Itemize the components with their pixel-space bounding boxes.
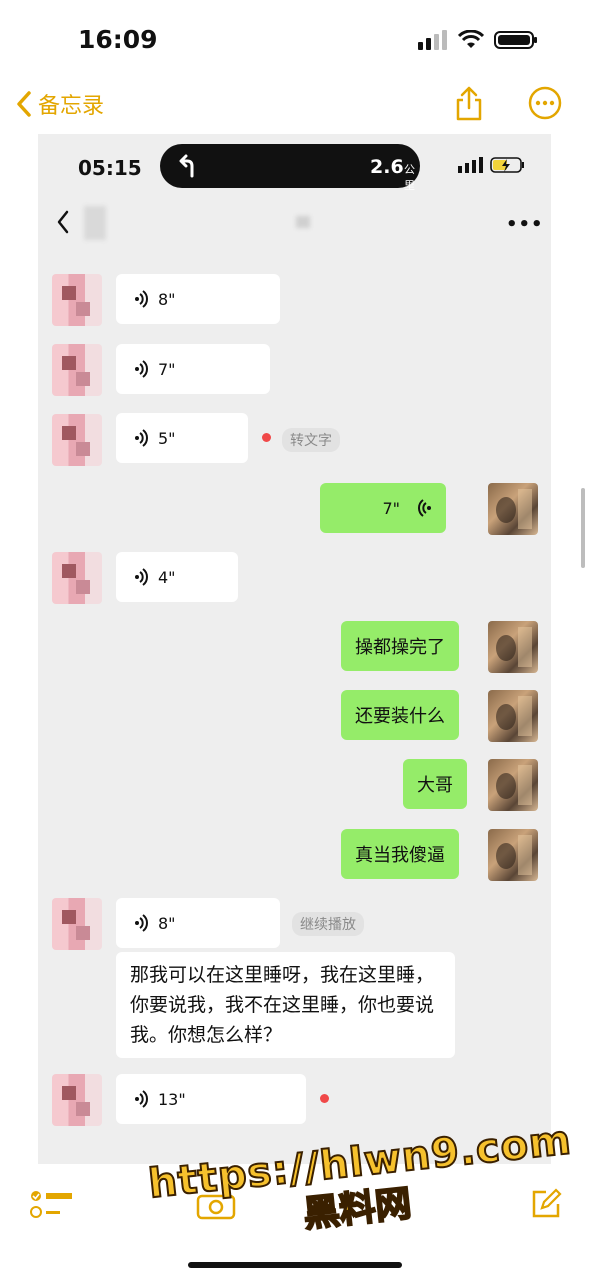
contact-avatar[interactable] [52, 344, 102, 396]
message-text: 操都操完了 [355, 637, 445, 658]
chat-header: ••• [38, 202, 551, 242]
unread-dot [262, 433, 271, 442]
checklist-icon[interactable] [30, 1188, 74, 1222]
message-text: 大哥 [417, 775, 453, 796]
back-button[interactable]: 备忘录 [16, 88, 104, 120]
voice-wave-icon [135, 360, 148, 378]
text-message-sent[interactable]: 还要装什么 [341, 690, 459, 740]
voice-wave-icon [135, 568, 148, 586]
status-bar: 16:09 [0, 0, 590, 80]
voice-wave-icon [135, 914, 148, 932]
share-icon[interactable] [454, 86, 484, 122]
contact-avatar[interactable] [52, 1074, 102, 1126]
inner-status-time: 05:15 [78, 156, 142, 180]
chevron-left-icon [17, 91, 31, 117]
unread-dot [320, 1094, 329, 1103]
voice-message[interactable]: 8" [116, 274, 280, 324]
voice-message[interactable]: 4" [116, 552, 238, 602]
turn-left-arrow-icon [179, 154, 194, 178]
text-message-sent[interactable]: 大哥 [403, 759, 467, 809]
own-avatar[interactable] [488, 829, 538, 881]
inner-status-bar: 05:15 2.6 公里 [38, 134, 551, 202]
wifi-icon [458, 30, 484, 48]
transcribe-button[interactable]: 转文字 [282, 428, 340, 452]
navigation-island: 2.6 公里 [160, 144, 420, 192]
voice-duration: 4" [158, 567, 176, 587]
voice-message[interactable]: 13" [116, 1074, 306, 1124]
own-avatar[interactable] [488, 621, 538, 673]
voice-message[interactable]: 7" [116, 344, 270, 394]
voice-wave-icon [135, 290, 148, 308]
voice-duration: 13" [158, 1089, 186, 1109]
voice-duration: 7" [158, 359, 176, 379]
voice-duration: 5" [158, 428, 176, 448]
contact-avatar[interactable] [52, 898, 102, 950]
charging-battery-icon [490, 157, 524, 173]
voice-duration: 8" [158, 289, 176, 309]
signal-icon [458, 157, 483, 173]
home-indicator[interactable] [188, 1262, 402, 1268]
nav-distance-unit: 公里 [404, 163, 415, 192]
contact-avatar[interactable] [52, 552, 102, 604]
voice-duration: 8" [158, 913, 176, 933]
message-text: 真当我傻逼 [355, 845, 445, 866]
own-avatar[interactable] [488, 483, 538, 535]
status-time: 16:09 [78, 25, 158, 54]
inner-status-icons [458, 156, 526, 174]
voice-transcript: 那我可以在这里睡呀，我在这里睡，你要说我，我不在这里睡，你也要说我。你想怎么样？ [116, 952, 455, 1058]
text-message-sent[interactable]: 操都操完了 [341, 621, 459, 671]
voice-wave-icon [135, 429, 148, 447]
contact-avatar[interactable] [52, 274, 102, 326]
voice-duration: 7" [382, 498, 400, 518]
battery-icon [494, 31, 537, 49]
voice-message[interactable]: 8" [116, 898, 280, 948]
blurred-contact-name [84, 206, 106, 240]
status-icons [418, 30, 538, 50]
text-message-sent[interactable]: 真当我傻逼 [341, 829, 459, 879]
chat-back-icon[interactable] [56, 210, 70, 234]
voice-message-sent[interactable]: 7" [320, 483, 446, 533]
message-text: 还要装什么 [355, 706, 445, 727]
blurred-title [296, 216, 310, 228]
scroll-indicator[interactable] [581, 488, 585, 568]
chat-more-icon[interactable]: ••• [506, 214, 544, 235]
signal-icon [418, 30, 447, 50]
voice-wave-icon [135, 1090, 148, 1108]
contact-avatar[interactable] [52, 414, 102, 466]
own-avatar[interactable] [488, 690, 538, 742]
voice-wave-icon [418, 499, 431, 517]
nav-distance: 2.6 [370, 156, 404, 178]
notes-nav-bar: 备忘录 [0, 80, 590, 132]
own-avatar[interactable] [488, 759, 538, 811]
back-label: 备忘录 [38, 94, 105, 119]
voice-message[interactable]: 5" [116, 413, 248, 463]
chat-screenshot-image: 05:15 2.6 公里 ••• 8" 7" 5" 转文字 7" 4" 操都操完… [38, 134, 551, 1164]
continue-playing-button[interactable]: 继续播放 [292, 912, 364, 936]
more-options-icon[interactable] [528, 86, 562, 120]
